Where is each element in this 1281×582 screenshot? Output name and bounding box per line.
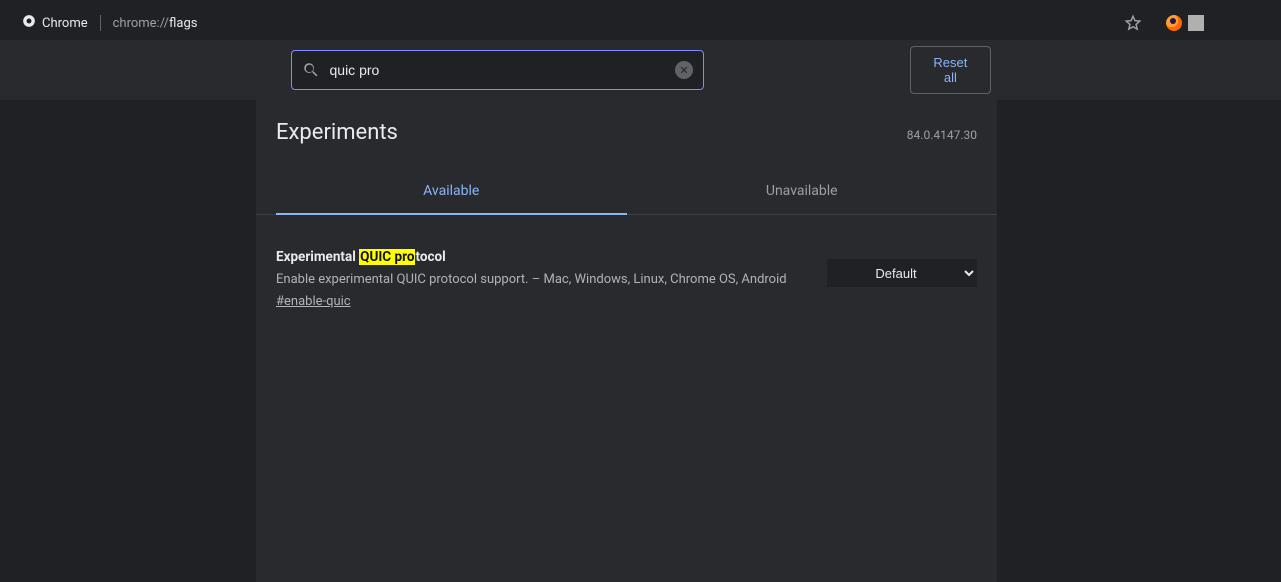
omnibox-actions bbox=[1124, 14, 1148, 32]
bookmark-star-icon[interactable] bbox=[1124, 14, 1142, 32]
tab-unavailable[interactable]: Unavailable bbox=[627, 171, 978, 214]
chrome-version: 84.0.4147.30 bbox=[907, 128, 977, 142]
tabs: Available Unavailable bbox=[256, 171, 997, 215]
extension-placeholder-icon[interactable] bbox=[1188, 15, 1204, 31]
reset-all-button[interactable]: Reset all bbox=[910, 46, 990, 94]
url-display: chrome://flags bbox=[113, 16, 198, 31]
page-title: Experiments bbox=[276, 120, 398, 145]
extension-icon[interactable] bbox=[1166, 15, 1182, 31]
flag-title: Experimental QUIC protocol bbox=[276, 249, 797, 265]
url-path: flags bbox=[169, 16, 197, 31]
right-gutter bbox=[997, 100, 1281, 582]
search-icon bbox=[302, 61, 320, 79]
search-input[interactable] bbox=[330, 62, 666, 78]
flag-title-post: tocol bbox=[415, 249, 445, 265]
flags-toolbar: Reset all bbox=[0, 40, 1281, 100]
search-field-wrapper[interactable] bbox=[291, 50, 705, 90]
clear-search-button[interactable] bbox=[675, 61, 693, 79]
url-prefix: chrome:// bbox=[113, 16, 169, 31]
close-icon bbox=[679, 65, 689, 75]
site-identity: Chrome bbox=[22, 14, 88, 32]
chrome-icon bbox=[22, 14, 36, 32]
omnibox[interactable]: Chrome chrome://flags bbox=[10, 9, 1160, 37]
address-bar-row: Chrome chrome://flags bbox=[0, 10, 1281, 40]
flag-item: Experimental QUIC protocol Enable experi… bbox=[276, 249, 977, 309]
flag-title-pre: Experimental bbox=[276, 249, 359, 265]
separator bbox=[100, 15, 101, 31]
site-identity-label: Chrome bbox=[42, 16, 88, 31]
flag-title-highlight: QUIC pro bbox=[359, 249, 415, 265]
page-body: Experiments 84.0.4147.30 Available Unava… bbox=[0, 100, 1281, 582]
tab-available[interactable]: Available bbox=[276, 171, 627, 215]
flag-description: Enable experimental QUIC protocol suppor… bbox=[276, 271, 797, 290]
flag-anchor-link[interactable]: #enable-quic bbox=[276, 294, 351, 309]
left-gutter bbox=[0, 100, 256, 582]
content-panel: Experiments 84.0.4147.30 Available Unava… bbox=[256, 100, 997, 582]
flag-state-select[interactable]: Default bbox=[827, 259, 977, 287]
flag-list: Experimental QUIC protocol Enable experi… bbox=[256, 215, 997, 309]
